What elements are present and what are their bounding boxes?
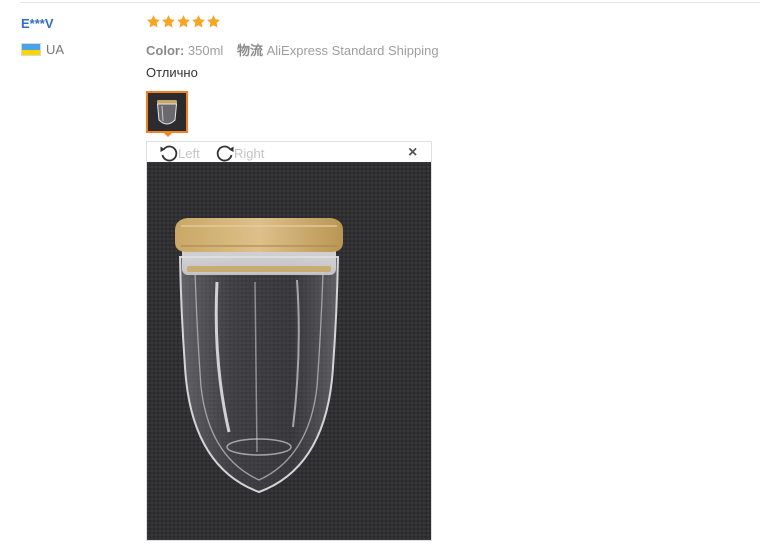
star-icon <box>176 14 191 29</box>
reviewer-name[interactable]: E***V <box>21 16 54 31</box>
review-photo <box>147 162 431 540</box>
color-label: Color: <box>146 43 185 58</box>
rotate-right-icon <box>216 145 234 162</box>
photo-viewer: Left Right × <box>146 141 432 541</box>
star-icon <box>191 14 206 29</box>
star-icon <box>146 14 161 29</box>
rotate-left-icon <box>160 145 178 162</box>
review-photo-thumbnail[interactable] <box>146 91 188 133</box>
ukraine-flag-icon <box>21 43 41 56</box>
review-text: Отлично <box>146 65 198 80</box>
reviewer-country: UA <box>21 42 64 57</box>
color-value: 350ml <box>187 43 224 58</box>
star-rating <box>146 14 221 29</box>
rotate-right-button[interactable]: Right <box>214 143 264 163</box>
order-info: Color: 350ml 物流 AliExpress Standard Ship… <box>146 40 439 59</box>
viewer-toolbar: Left Right × <box>147 142 431 162</box>
thumbnail-pointer <box>162 131 174 137</box>
close-viewer-button[interactable]: × <box>408 144 417 162</box>
rotate-right-label: Right <box>234 145 265 161</box>
rotate-left-button[interactable]: Left <box>158 143 200 163</box>
country-code: UA <box>46 42 65 57</box>
top-divider <box>20 2 760 3</box>
shipping-label: 物流 <box>236 43 263 58</box>
star-icon <box>206 14 221 29</box>
shipping-value: AliExpress Standard Shipping <box>266 43 439 58</box>
star-icon <box>161 14 176 29</box>
rotate-left-label: Left <box>178 145 200 161</box>
